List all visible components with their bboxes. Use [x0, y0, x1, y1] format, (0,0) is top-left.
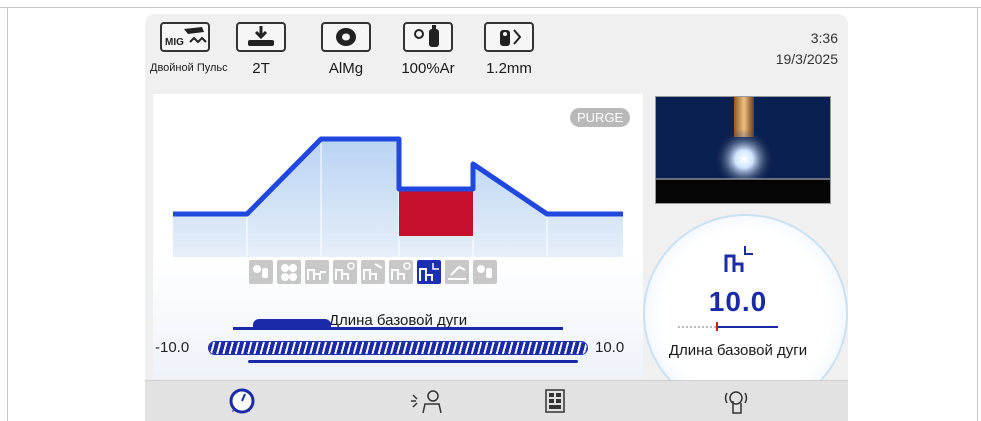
- menu-grid-icon[interactable]: [540, 387, 570, 415]
- gas-postflow-icon[interactable]: [473, 260, 497, 284]
- diameter-shape: [500, 29, 522, 46]
- wire-diameter-label: 1.2mm: [486, 60, 532, 77]
- gas-cylinder-icon: [403, 22, 453, 52]
- frame-left: [7, 7, 8, 421]
- base-arc-length-icon[interactable]: [417, 260, 441, 284]
- slider-fill: [209, 342, 587, 354]
- start-time-icon[interactable]: [333, 260, 357, 284]
- selected-segment: [399, 189, 473, 236]
- mode-strip: [249, 260, 497, 288]
- arc-preview-image: [655, 96, 831, 204]
- welding-program-panel: PURGE Длина базовой дуги -10.0 10.0: [153, 94, 643, 377]
- gas-label: 100%Ar: [401, 60, 455, 77]
- slider-hump: [253, 319, 331, 327]
- spool-shape: [336, 28, 356, 46]
- dial-scale-dots: [678, 326, 716, 328]
- pulse-time-icon[interactable]: [389, 260, 413, 284]
- clock: 3:36 19/3/2025: [776, 28, 838, 70]
- top-bar: MIG Двойной Пульс 2T AlMg 100%Ar 1.2mm 3…: [145, 14, 848, 86]
- process-selector[interactable]: MIG Двойной Пульс: [150, 22, 228, 74]
- gauge-icon[interactable]: [227, 387, 257, 415]
- material-label: AlMg: [328, 60, 364, 77]
- process-label: Двойной Пульс: [150, 62, 228, 74]
- parameter-dial[interactable]: 10.0 Длина базовой дуги: [643, 214, 848, 414]
- trigger-mode-label: 2T: [252, 60, 270, 77]
- bottom-nav: [145, 380, 848, 421]
- trigger-mode-icon: [236, 22, 286, 52]
- wire-diameter-icon: [484, 22, 534, 52]
- torch-shape: [184, 27, 207, 44]
- crater-icon[interactable]: [445, 260, 469, 284]
- wire-diameter-selector[interactable]: 1.2mm: [475, 22, 543, 77]
- frame-top: [0, 7, 981, 8]
- parameter-slider[interactable]: -10.0 10.0: [153, 319, 643, 365]
- slider-track[interactable]: [208, 341, 588, 355]
- dial-label: Длина базовой дуги: [668, 342, 808, 359]
- mig-torch-icon: MIG: [160, 22, 210, 52]
- base-arc-length-icon: [724, 246, 753, 272]
- gas-preflow-icon[interactable]: [249, 260, 273, 284]
- wire-spool-icon: [321, 22, 371, 52]
- gas-selector[interactable]: 100%Ar: [392, 22, 464, 77]
- dial-value: 10.0: [708, 286, 768, 317]
- start-current-icon[interactable]: [305, 260, 329, 284]
- trigger-mode-selector[interactable]: 2T: [231, 22, 291, 77]
- clock-date: 19/3/2025: [775, 51, 838, 67]
- welder-screen: MIG Двойной Пульс 2T AlMg 100%Ar 1.2mm 3…: [145, 14, 848, 421]
- trigger-shape: [248, 26, 274, 46]
- touch-icon[interactable]: [721, 387, 751, 415]
- gas-shape: [414, 25, 439, 47]
- dial-scale-line: [718, 326, 778, 328]
- welder-icon[interactable]: [407, 387, 447, 415]
- wire-inch-icon[interactable]: [277, 260, 301, 284]
- material-selector[interactable]: AlMg: [316, 22, 376, 77]
- slider-top-line: [233, 327, 563, 330]
- frame-right: [977, 7, 978, 421]
- welding-profile-graph: [173, 136, 623, 257]
- slider-bottom-line: [248, 360, 578, 363]
- purge-button[interactable]: PURGE: [570, 108, 631, 127]
- clock-time: 3:36: [810, 30, 838, 46]
- slope-icon[interactable]: [361, 260, 385, 284]
- slider-max-label: 10.0: [595, 339, 625, 356]
- arc-torch-graphic: [656, 97, 830, 203]
- slider-min-label: -10.0: [155, 339, 190, 356]
